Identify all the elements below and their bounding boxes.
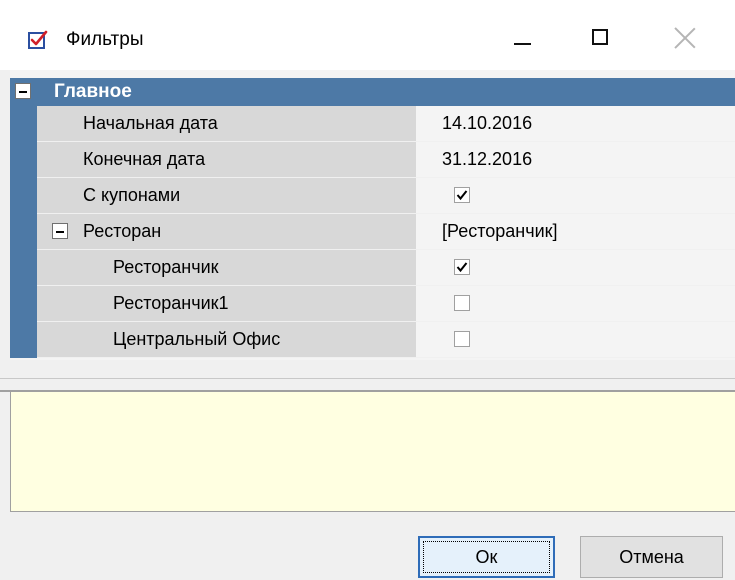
category-title: Главное <box>54 81 132 102</box>
maximize-button[interactable] <box>576 16 626 62</box>
checkmark-icon <box>456 190 468 201</box>
close-button[interactable] <box>660 16 710 62</box>
filters-dialog: Фильтры Главное Начальная дата 14.10.201… <box>0 0 735 580</box>
filter-checklist-icon <box>28 30 48 49</box>
row-restoranchik1[interactable]: Ресторанчик1 <box>37 286 735 322</box>
category-gutter <box>10 106 37 358</box>
row-label: Начальная дата <box>83 113 218 133</box>
row-label: Конечная дата <box>83 149 206 169</box>
checkmark-icon <box>456 262 468 273</box>
row-label: Ресторан <box>83 221 162 241</box>
row-with-coupons[interactable]: С купонами <box>37 178 735 214</box>
row-label: Ресторанчик1 <box>113 293 229 313</box>
cancel-button[interactable]: Отмена <box>580 536 723 578</box>
cancel-button-label: Отмена <box>619 547 684 567</box>
splitter-top <box>0 378 735 379</box>
maximize-icon <box>592 29 608 45</box>
window-title: Фильтры <box>66 29 144 50</box>
property-grid: Главное Начальная дата 14.10.2016 Конечн… <box>10 70 735 360</box>
row-label: Ресторанчик <box>113 257 219 277</box>
end-date-value[interactable]: 31.12.2016 <box>442 149 532 170</box>
start-date-value[interactable]: 14.10.2016 <box>442 113 532 134</box>
central-office-checkbox[interactable] <box>454 331 470 347</box>
row-restaurant-group[interactable]: Ресторан [Ресторанчик] <box>37 214 735 250</box>
restoranchik-checkbox[interactable] <box>454 259 470 275</box>
row-start-date[interactable]: Начальная дата 14.10.2016 <box>37 106 735 142</box>
collapse-restaurant-icon[interactable] <box>52 223 68 239</box>
category-header[interactable]: Главное <box>10 78 735 106</box>
row-label: С купонами <box>83 185 181 205</box>
row-end-date[interactable]: Конечная дата 31.12.2016 <box>37 142 735 178</box>
minimize-icon <box>514 43 531 45</box>
ok-button[interactable]: Ок <box>418 536 555 578</box>
row-restoranchik[interactable]: Ресторанчик <box>37 250 735 286</box>
row-label: Центральный Офис <box>113 329 281 349</box>
collapse-category-icon[interactable] <box>15 83 31 99</box>
restaurant-value[interactable]: [Ресторанчик] <box>442 221 558 242</box>
row-central-office[interactable]: Центральный Офис <box>37 322 735 358</box>
restoranchik1-checkbox[interactable] <box>454 295 470 311</box>
description-panel <box>10 392 735 512</box>
coupons-checkbox[interactable] <box>454 187 470 203</box>
title-bar[interactable]: Фильтры <box>0 0 735 70</box>
minimize-button[interactable] <box>496 16 546 62</box>
